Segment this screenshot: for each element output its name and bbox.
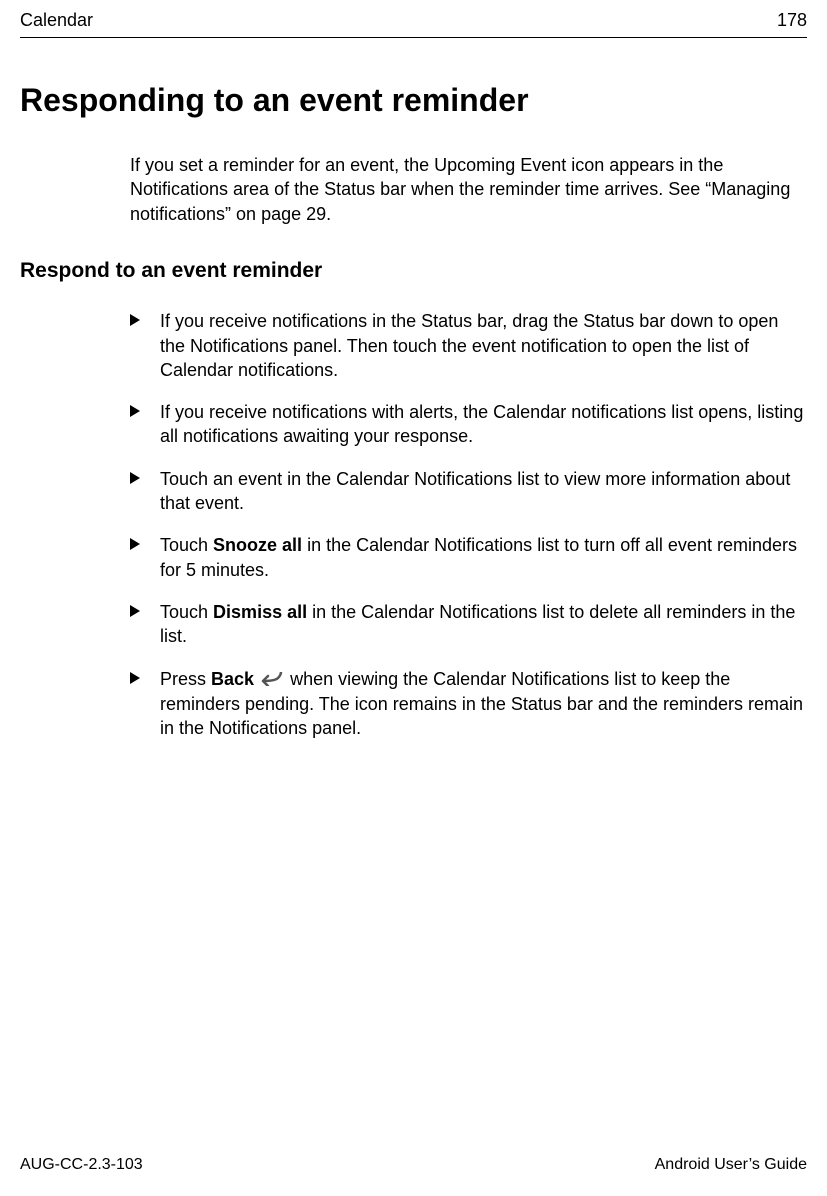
step-item: Touch an event in the Calendar Notificat…	[130, 467, 807, 516]
step-text: Press Back when viewing the Calendar Not…	[160, 669, 803, 739]
step-text: Touch Dismiss all in the Calendar Notifi…	[160, 602, 795, 646]
step-item: If you receive notifications with alerts…	[130, 400, 807, 449]
play-marker-icon	[130, 312, 142, 331]
page-title: Responding to an event reminder	[20, 78, 807, 123]
step-text: If you receive notifications with alerts…	[160, 402, 803, 446]
back-icon	[261, 668, 283, 692]
header-page-number: 178	[777, 8, 807, 33]
footer-guide-name: Android User’s Guide	[655, 1154, 807, 1176]
footer-doc-id: AUG-CC-2.3-103	[20, 1154, 143, 1176]
step-text: Touch Snooze all in the Calendar Notific…	[160, 535, 797, 579]
play-marker-icon	[130, 470, 142, 489]
step-text: Touch an event in the Calendar Notificat…	[160, 469, 790, 513]
play-marker-icon	[130, 403, 142, 422]
sub-heading: Respond to an event reminder	[20, 256, 807, 285]
step-text: If you receive notifications in the Stat…	[160, 311, 778, 380]
intro-paragraph: If you set a reminder for an event, the …	[130, 153, 807, 226]
step-item: If you receive notifications in the Stat…	[130, 309, 807, 382]
page-header: Calendar 178	[20, 8, 807, 38]
play-marker-icon	[130, 536, 142, 555]
step-list: If you receive notifications in the Stat…	[130, 309, 807, 740]
play-marker-icon	[130, 670, 142, 689]
step-item: Touch Snooze all in the Calendar Notific…	[130, 533, 807, 582]
page-footer: AUG-CC-2.3-103 Android User’s Guide	[20, 1154, 807, 1176]
step-item: Press Back when viewing the Calendar Not…	[130, 667, 807, 741]
step-item: Touch Dismiss all in the Calendar Notifi…	[130, 600, 807, 649]
play-marker-icon	[130, 603, 142, 622]
header-section: Calendar	[20, 8, 93, 33]
